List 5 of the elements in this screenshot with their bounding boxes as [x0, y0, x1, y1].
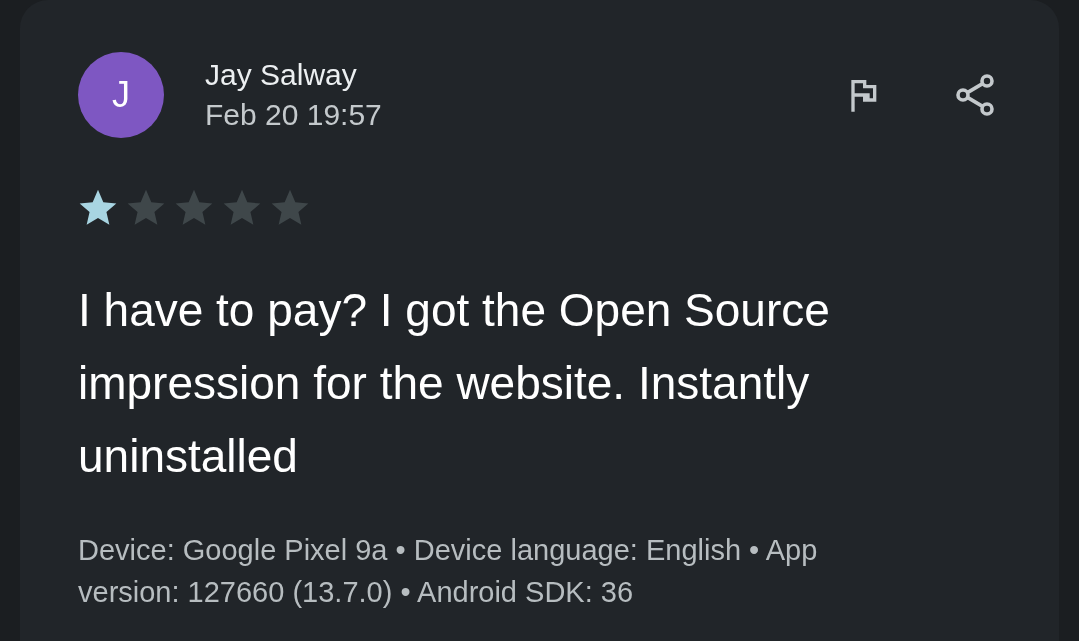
device-details: Device: Google Pixel 9a • Device language: English • App version: 127660 (13.7.0) • Android SDK: 36 — [78, 533, 819, 610]
review-text: I have to pay? I got the Open Source impression for the website. Instantly uninstalled — [78, 283, 831, 484]
review-date: Feb 20 19:57 — [205, 97, 382, 133]
author-name: Jay Salway — [205, 57, 358, 93]
avatar: J — [78, 52, 164, 138]
